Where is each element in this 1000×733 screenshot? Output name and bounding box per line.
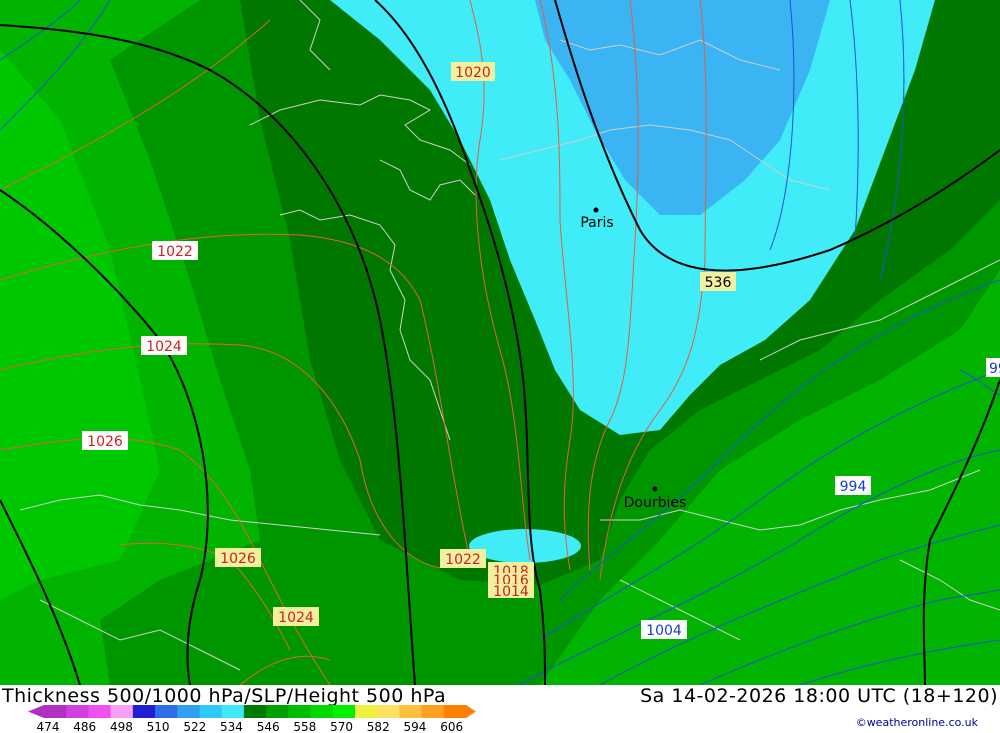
legend-tick-label: 582 <box>367 720 390 733</box>
legend-swatch <box>132 705 156 718</box>
legend-swatch <box>88 705 112 718</box>
legend-swatch <box>243 705 267 718</box>
legend-swatch <box>377 705 400 718</box>
isobar-label: 1022 <box>445 552 481 568</box>
isobar-label: 99 <box>989 361 1000 377</box>
weather-map: 1020 1022 1024 1026 1026 1024 1022 1018 … <box>0 0 1000 685</box>
legend-bar <box>28 705 476 718</box>
isobar-label: 1026 <box>220 551 256 567</box>
legend-tick-label: 498 <box>110 720 133 733</box>
legend-swatch <box>310 705 334 718</box>
city-dot <box>593 207 599 213</box>
isobar-label: 1024 <box>278 610 314 626</box>
isobar-label: 1014 <box>493 584 529 600</box>
legend-swatch <box>288 705 312 718</box>
city-dot <box>652 486 658 492</box>
legend-swatch <box>443 705 467 718</box>
legend-swatch <box>199 705 223 718</box>
legend-swatch <box>44 705 67 718</box>
city-label-dourbies: Dourbies <box>624 495 687 511</box>
isobar-label: 1004 <box>646 623 682 639</box>
legend-tick-label: 546 <box>257 720 280 733</box>
legend-tick-label: 570 <box>330 720 353 733</box>
city-label-paris: Paris <box>580 215 613 231</box>
legend-tick-label: 522 <box>183 720 206 733</box>
legend-swatch <box>354 705 378 718</box>
legend-swatch <box>332 705 356 718</box>
legend-swatch <box>177 705 200 718</box>
legend-swatch <box>66 705 89 718</box>
legend-swatch <box>266 705 289 718</box>
legend-tick-label: 486 <box>73 720 96 733</box>
legend-swatch <box>221 705 245 718</box>
legend-tick-label: 594 <box>404 720 427 733</box>
legend-swatch <box>155 705 178 718</box>
credit-text: ©weatheronline.co.uk <box>855 716 978 729</box>
isobar-label: 1020 <box>455 65 491 81</box>
isobar-label: 1026 <box>87 434 123 450</box>
legend-tick-label: 606 <box>440 720 463 733</box>
isobar-label: 1024 <box>146 339 182 355</box>
legend-swatch <box>421 705 445 718</box>
map-datetime: Sa 14-02-2026 18:00 UTC (18+120) <box>640 685 998 707</box>
legend-tick-label: 534 <box>220 720 243 733</box>
legend-tick-label: 474 <box>37 720 60 733</box>
legend-tick-label: 558 <box>293 720 316 733</box>
legend-swatch <box>399 705 423 718</box>
color-legend: 474 486 498 510 522 534 546 558 570 582 594 606 <box>28 705 476 733</box>
legend-arrow-left <box>28 705 44 718</box>
legend-swatch <box>110 705 134 718</box>
legend-tick-label: 510 <box>147 720 170 733</box>
isobar-label: 1022 <box>157 244 193 260</box>
map-footer: Thickness 500/1000 hPa/SLP/Height 500 hP… <box>0 685 1000 733</box>
isobar-label: 994 <box>840 479 867 495</box>
height-label: 536 <box>705 275 732 291</box>
legend-ticks: 474 486 498 510 522 534 546 558 570 582 594 606 <box>37 720 464 733</box>
legend-arrow-right <box>466 705 476 718</box>
